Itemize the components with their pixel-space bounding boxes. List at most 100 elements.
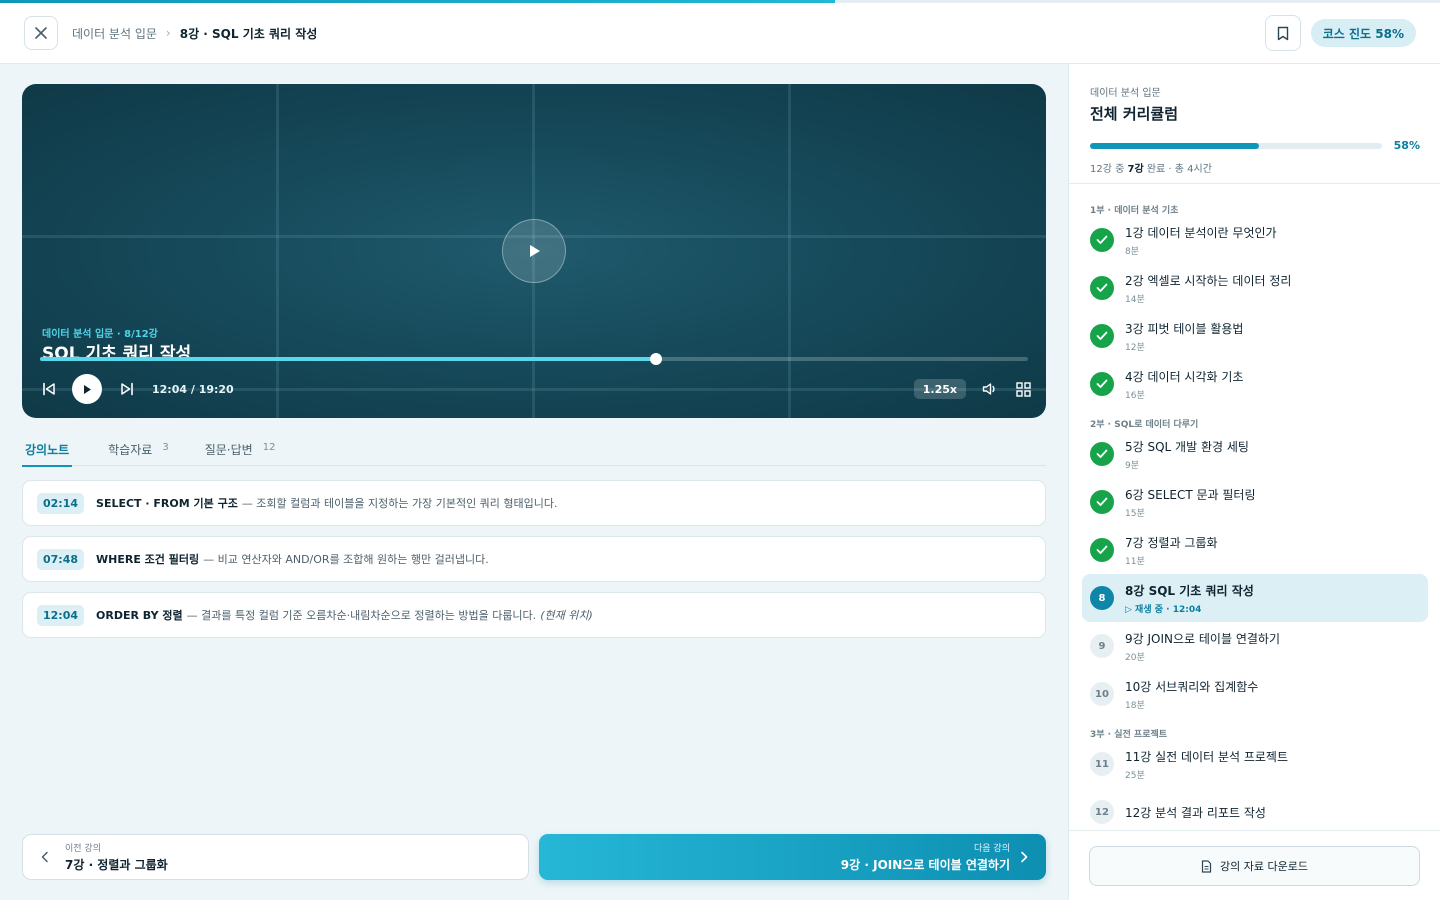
lesson-title: 10강 서브쿼리와 집계함수 <box>1125 679 1259 694</box>
curriculum-sidebar: 데이터 분석 입문 전체 커리큘럼 58% 12강 중 7강 완료 · 총 4시… <box>1068 64 1440 900</box>
lesson-duration: 14분 <box>1125 294 1145 305</box>
lesson-title: 12강 분석 결과 리포트 작성 <box>1125 805 1266 820</box>
bookmark-icon <box>1277 26 1288 40</box>
check-icon <box>1096 379 1108 388</box>
breadcrumb: 데이터 분석 입문 › 8강 · SQL 기초 쿼리 작성 <box>72 25 317 42</box>
check-icon <box>1096 449 1108 458</box>
note-timestamp[interactable]: 07:48 <box>37 548 85 570</box>
seek-bar[interactable] <box>40 353 1028 365</box>
seek-handle[interactable] <box>649 353 662 365</box>
note-item[interactable]: 02:14 SELECT · FROM 기본 구조 — 조회할 컬럼과 테이블을… <box>22 480 1046 526</box>
tab-materials[interactable]: 학습자료 3 <box>108 434 169 466</box>
curriculum-progress-fill <box>1090 142 1260 149</box>
file-icon <box>1201 859 1212 873</box>
lesson-item[interactable]: 12 12강 분석 결과 리포트 작성 <box>1082 788 1428 830</box>
lesson-title: 5강 SQL 개발 환경 세팅 <box>1125 439 1249 454</box>
lesson-complete-icon <box>1090 442 1114 466</box>
curriculum-course-name: 데이터 분석 입문 <box>1090 88 1161 99</box>
note-body: — 조회할 컬럼과 테이블을 지정하는 가장 기본적인 쿼리 형태입니다. <box>241 497 558 510</box>
lesson-duration: 15분 <box>1125 508 1145 519</box>
tab-count: 3 <box>162 442 169 453</box>
breadcrumb-current: 8강 · SQL 기초 쿼리 작성 <box>179 26 318 41</box>
tab-label: 강의노트 <box>25 443 70 457</box>
video-grid-line <box>276 84 279 418</box>
lesson-title: 6강 SELECT 문과 필터링 <box>1125 487 1256 502</box>
curriculum-section-label: 2부 · SQL로 데이터 다루기 <box>1090 420 1199 430</box>
tab-qna[interactable]: 질문·답변 12 <box>205 434 276 466</box>
download-materials-button[interactable]: 강의 자료 다운로드 <box>1089 846 1420 886</box>
note-current-marker: (현재 위치) <box>540 609 593 622</box>
lesson-duration: 12분 <box>1125 342 1145 353</box>
lesson-item[interactable]: 3강 피벗 테이블 활용법 12분 <box>1082 312 1428 360</box>
lesson-duration: 18분 <box>1125 700 1145 711</box>
video-kicker: 데이터 분석 입문 · 8/12강 <box>42 329 158 340</box>
lesson-list[interactable]: 1부 · 데이터 분석 기초 1강 데이터 분석이란 무엇인가 8분 2강 엑셀로 시… <box>1069 185 1440 830</box>
big-play-button[interactable] <box>502 219 566 283</box>
note-body: — 결과를 특정 컬럼 기준 오름차순·내림차순으로 정렬하는 방법을 다룹니다… <box>186 609 537 622</box>
next-lecture-button[interactable]: 다음 강의 9강 · JOIN으로 테이블 연결하기 <box>539 834 1046 880</box>
skip-forward-button[interactable] <box>116 378 138 400</box>
lesson-item[interactable]: 11 11강 실전 데이터 분석 프로젝트 25분 <box>1082 740 1428 788</box>
lesson-title: 7강 정렬과 그룹화 <box>1125 535 1218 550</box>
seek-bar-fill <box>40 357 656 361</box>
note-title: WHERE 조건 필터링 <box>96 553 200 566</box>
bookmark-button[interactable] <box>1264 15 1301 51</box>
breadcrumb-parent[interactable]: 데이터 분석 입문 <box>72 25 157 42</box>
lesson-complete-icon <box>1090 538 1114 562</box>
chevron-right-icon <box>1021 851 1028 863</box>
check-icon <box>1096 331 1108 340</box>
curriculum-progress-bar <box>1090 142 1382 149</box>
fullscreen-button[interactable] <box>1012 378 1034 400</box>
playback-speed-button[interactable]: 1.25x <box>913 379 966 399</box>
check-icon <box>1096 235 1108 244</box>
lesson-title: 1강 데이터 분석이란 무엇인가 <box>1125 225 1277 240</box>
lesson-item[interactable]: 6강 SELECT 문과 필터링 15분 <box>1082 478 1428 526</box>
lesson-title: 4강 데이터 시각화 기초 <box>1125 369 1244 384</box>
curriculum-progress-percent: 58% <box>1393 139 1420 152</box>
lesson-duration: 20분 <box>1125 652 1145 663</box>
lesson-item[interactable]: 2강 엑셀로 시작하는 데이터 정리 14분 <box>1082 264 1428 312</box>
lesson-item[interactable]: 1강 데이터 분석이란 무엇인가 8분 <box>1082 216 1428 264</box>
skip-back-icon <box>43 382 55 396</box>
lesson-title: 8강 SQL 기초 쿼리 작성 <box>1125 583 1254 598</box>
volume-button[interactable] <box>978 378 1000 400</box>
summary-prefix: 12강 중 <box>1090 164 1128 175</box>
lesson-complete-icon <box>1090 490 1114 514</box>
play-button[interactable] <box>72 374 102 404</box>
video-player[interactable]: 데이터 분석 입문 · 8/12강 SQL 기초 쿼리 작성 12:04 / 1… <box>22 84 1046 418</box>
note-body: — 비교 연산자와 AND/OR를 조합해 원하는 행만 걸러냅니다. <box>203 553 489 566</box>
play-icon <box>84 384 91 394</box>
tab-notes[interactable]: 강의노트 <box>22 434 73 467</box>
lesson-number-badge: 12 <box>1090 800 1114 824</box>
curriculum-section-label: 1부 · 데이터 분석 기초 <box>1090 206 1179 216</box>
download-materials-label: 강의 자료 다운로드 <box>1220 860 1308 873</box>
lesson-item[interactable]: 8 8강 SQL 기초 쿼리 작성 ▷ 재생 중 · 12:04 <box>1082 574 1428 622</box>
lesson-item[interactable]: 7강 정렬과 그룹화 11분 <box>1082 526 1428 574</box>
grid-icon <box>1015 381 1031 397</box>
note-timestamp[interactable]: 12:04 <box>37 604 85 626</box>
lesson-item[interactable]: 9 9강 JOIN으로 테이블 연결하기 20분 <box>1082 622 1428 670</box>
lesson-item[interactable]: 10 10강 서브쿼리와 집계함수 18분 <box>1082 670 1428 718</box>
tab-label: 질문·답변 <box>204 443 253 457</box>
note-timestamp[interactable]: 02:14 <box>37 492 85 514</box>
lesson-number-badge: 11 <box>1090 752 1114 776</box>
lesson-title: 3강 피벗 테이블 활용법 <box>1125 321 1244 336</box>
curriculum-summary: 12강 중 7강 완료 · 총 4시간 <box>1090 160 1420 175</box>
lesson-now-playing: ▷ 재생 중 · 12:04 <box>1125 604 1202 615</box>
lesson-item[interactable]: 5강 SQL 개발 환경 세팅 9분 <box>1082 430 1428 478</box>
chevron-right-icon: › <box>165 26 171 40</box>
previous-lecture-button[interactable]: 이전 강의 7강 · 정렬과 그룹화 <box>22 834 529 880</box>
skip-back-button[interactable] <box>38 378 60 400</box>
next-lecture-title: 9강 · JOIN으로 테이블 연결하기 <box>840 858 1010 872</box>
check-icon <box>1096 497 1108 506</box>
close-button[interactable] <box>24 16 58 50</box>
curriculum-title: 전체 커리큘럼 <box>1090 105 1179 123</box>
sidebar-footer: 강의 자료 다운로드 <box>1069 830 1440 900</box>
lesson-item[interactable]: 4강 데이터 시각화 기초 16분 <box>1082 360 1428 408</box>
note-item[interactable]: 12:04 ORDER BY 정렬 — 결과를 특정 컬럼 기준 오름차순·내림… <box>22 592 1046 638</box>
lesson-duration: 11분 <box>1125 556 1145 567</box>
curriculum-section-label: 3부 · 실전 프로젝트 <box>1090 730 1168 740</box>
main-content: 데이터 분석 입문 · 8/12강 SQL 기초 쿼리 작성 12:04 / 1… <box>0 64 1068 900</box>
summary-suffix: 완료 · 총 4시간 <box>1143 164 1212 175</box>
note-item[interactable]: 07:48 WHERE 조건 필터링 — 비교 연산자와 AND/OR를 조합해… <box>22 536 1046 582</box>
